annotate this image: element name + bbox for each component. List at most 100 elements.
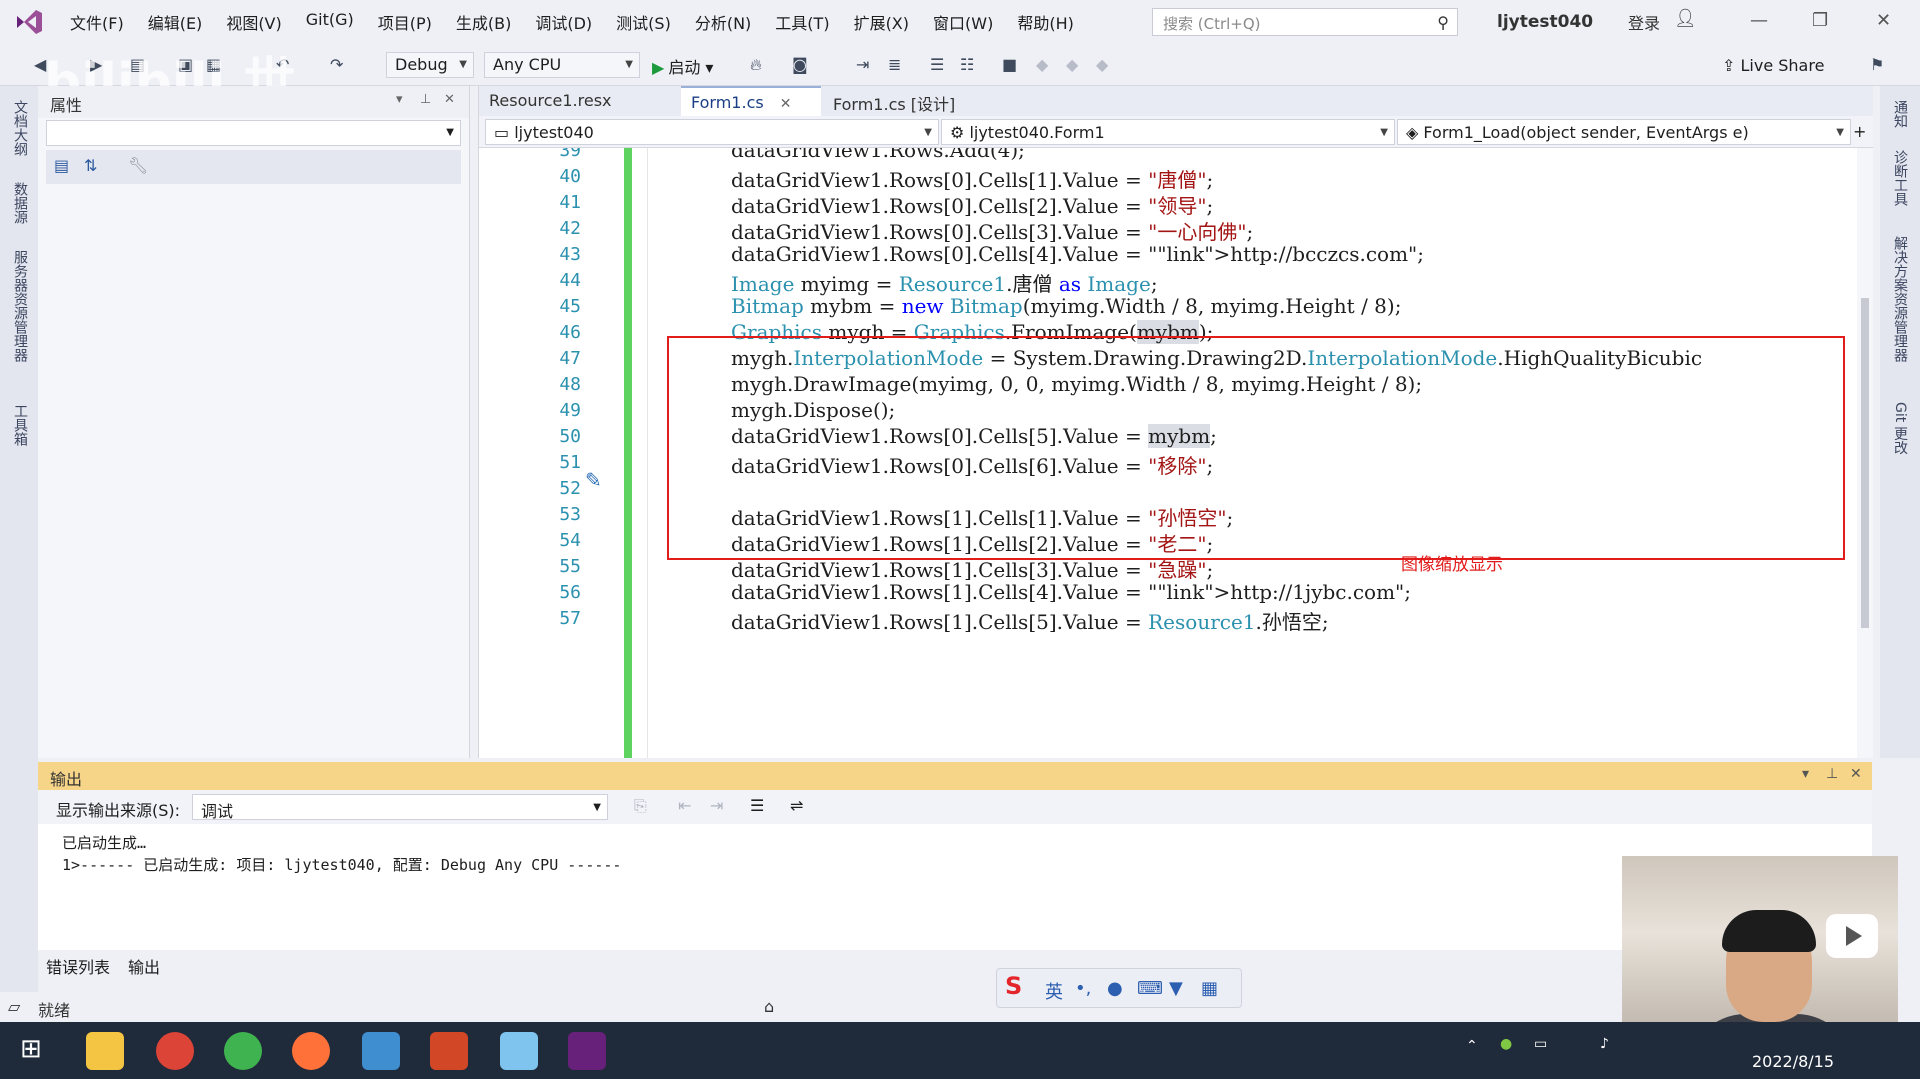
chevron-down-icon[interactable]: ▾ (1802, 766, 1809, 782)
menu-item[interactable]: 调试(D) (523, 10, 604, 34)
feedback-icon[interactable]: ⚑ (1870, 55, 1884, 74)
code-text[interactable]: Bitmap mybm = new Bitmap(myimg.Width / 8… (731, 294, 1401, 318)
code-line[interactable]: 57 dataGridView1.Rows[1].Cells[5].Value =… (479, 606, 1857, 635)
volume-icon[interactable]: ♪ (1600, 1036, 1609, 1052)
diagnostics-tab[interactable]: 诊断工具 (1890, 150, 1910, 206)
quick-action-icon[interactable]: ✎ (585, 468, 602, 492)
close-tab-icon[interactable]: ✕ (780, 96, 792, 112)
user-icon[interactable]: 👤︎ (1674, 8, 1697, 29)
git-changes-tab[interactable]: Git 更改 (1890, 402, 1910, 455)
menu-item[interactable]: 编辑(E) (136, 10, 215, 34)
minimize-icon[interactable]: — (1750, 10, 1768, 31)
close-icon[interactable]: ✕ (444, 92, 455, 107)
tray-chevron-icon[interactable]: ⌃ (1466, 1038, 1478, 1054)
code-line[interactable]: 41 dataGridView1.Rows[0].Cells[2].Value =… (479, 190, 1857, 219)
browser-icon[interactable] (224, 1032, 262, 1070)
file-explorer-icon[interactable] (86, 1032, 124, 1070)
pin-icon[interactable]: ⊥ (420, 92, 431, 107)
keyboard-icon[interactable]: ⌨︎ (1137, 978, 1163, 999)
prev-message-icon[interactable]: ⇤ (678, 796, 691, 815)
close-icon[interactable]: ✕ (1850, 766, 1862, 782)
clear-all-icon[interactable]: ☰ (750, 796, 764, 815)
word-wrap-icon[interactable]: ⇌ (790, 796, 803, 815)
menu-item[interactable]: 工具(T) (763, 10, 841, 34)
scrollbar-thumb[interactable] (1861, 298, 1869, 628)
prev-bookmark-icon[interactable]: ◆ (1036, 55, 1048, 74)
clear-bookmark-icon[interactable]: ◆ (1096, 55, 1108, 74)
screenshot-icon[interactable]: ◙ (792, 55, 808, 74)
tab-error-list[interactable]: 错误列表 (46, 954, 110, 978)
project-dropdown[interactable]: ▭ ljytest040 ▼ (485, 119, 939, 145)
find-icon[interactable]: ⎘ (634, 796, 647, 816)
hot-reload-icon[interactable]: 🔥︎ (750, 55, 762, 75)
code-text[interactable]: dataGridView1.Rows[1].Cells[5].Value = R… (731, 606, 1329, 635)
code-line[interactable]: 42 dataGridView1.Rows[0].Cells[3].Value =… (479, 216, 1857, 245)
member-dropdown[interactable]: ◈ Form1_Load(object sender, EventArgs e)… (1397, 119, 1851, 145)
firefox-icon[interactable] (292, 1032, 330, 1070)
network-icon[interactable]: ▭ (1534, 1036, 1547, 1052)
server-explorer-tab[interactable]: 服务器资源管理器 (10, 250, 30, 362)
format-icon[interactable]: ≣ (888, 55, 901, 74)
login-link[interactable]: 登录 (1628, 10, 1660, 34)
code-line[interactable]: 39 dataGridView1.Rows.Add(4); (479, 148, 1857, 164)
code-text[interactable]: Image myimg = Resource1.唐僧 as Image; (731, 268, 1158, 297)
search-input[interactable]: 搜索 (Ctrl+Q) ⚲ (1152, 8, 1458, 36)
step-icon[interactable]: ⇥ (856, 55, 869, 74)
solution-explorer-tab[interactable]: 解决方案资源管理器 (1890, 236, 1910, 362)
app-icon[interactable] (500, 1032, 538, 1070)
data-source-tab[interactable]: 数据源 (10, 182, 30, 224)
close-window-icon[interactable]: ✕ (1876, 10, 1891, 31)
class-dropdown[interactable]: ⚙︎ ljytest040.Form1 ▼ (941, 119, 1395, 145)
code-text[interactable]: dataGridView1.Rows[0].Cells[1].Value = "… (731, 164, 1213, 193)
remote-desktop-icon[interactable] (362, 1032, 400, 1070)
tray-app-icon[interactable]: ● (1500, 1036, 1512, 1052)
apps-icon[interactable]: ▦ (1201, 978, 1218, 999)
menu-item[interactable]: 帮助(H) (1005, 10, 1086, 34)
next-bookmark-icon[interactable]: ◆ (1066, 55, 1078, 74)
code-line[interactable]: 43 dataGridView1.Rows[0].Cells[4].Value =… (479, 242, 1857, 268)
punctuation-icon[interactable]: •, (1075, 978, 1091, 999)
code-text[interactable]: dataGridView1.Rows[0].Cells[3].Value = "… (731, 216, 1253, 245)
output-source-select[interactable]: 调试 ▼ (192, 794, 608, 821)
config-select[interactable]: Debug ▼ (386, 52, 474, 78)
doc-outline-tab[interactable]: 文档大纲 (10, 100, 30, 156)
code-text[interactable]: dataGridView1.Rows.Add(4); (731, 148, 1025, 162)
powerpoint-icon[interactable] (430, 1032, 468, 1070)
property-pages-icon[interactable]: 🔧︎ (128, 156, 148, 175)
code-text[interactable]: dataGridView1.Rows[0].Cells[4].Value = "… (731, 242, 1424, 266)
code-line[interactable]: 44 Image myimg = Resource1.唐僧 as Image; (479, 268, 1857, 297)
sogou-logo-icon[interactable]: S (1005, 972, 1022, 1000)
code-line[interactable]: 56 dataGridView1.Rows[1].Cells[4].Value =… (479, 580, 1857, 606)
menu-item[interactable]: 项目(P) (366, 10, 444, 34)
skin-icon[interactable]: ▼ (1169, 978, 1183, 999)
object-select[interactable]: ▼ (46, 120, 461, 146)
notification-icon[interactable]: ⌂ (764, 997, 774, 1016)
chevron-down-icon[interactable]: ▾ (396, 92, 403, 107)
toolbox-tab[interactable]: 工具箱 (10, 404, 30, 446)
code-text[interactable]: dataGridView1.Rows[1].Cells[4].Value = "… (731, 580, 1411, 604)
vertical-scrollbar[interactable] (1857, 148, 1873, 758)
alphabetical-icon[interactable]: ⇅ (84, 156, 97, 175)
bookmark-icon[interactable]: ■ (1002, 55, 1017, 74)
tab-resource1-resx[interactable]: Resource1.resx (479, 86, 669, 116)
menu-item[interactable]: 测试(S) (604, 10, 683, 34)
comment-icon[interactable]: ☰ (930, 55, 944, 74)
pin-icon[interactable]: ⊥ (1826, 766, 1838, 782)
code-line[interactable]: 40 dataGridView1.Rows[0].Cells[1].Value =… (479, 164, 1857, 193)
platform-select[interactable]: Any CPU ▼ (484, 52, 640, 78)
menu-item[interactable]: 视图(V) (214, 10, 293, 34)
restore-icon[interactable]: ❐ (1812, 10, 1828, 31)
tab-output[interactable]: 输出 (128, 954, 160, 978)
menu-item[interactable]: 分析(N) (683, 10, 763, 34)
ime-mode[interactable]: 英 (1045, 978, 1063, 1004)
code-text[interactable]: dataGridView1.Rows[0].Cells[2].Value = "… (731, 190, 1213, 219)
menu-item[interactable]: 扩展(X) (842, 10, 921, 34)
tab-form1-cs[interactable]: Form1.cs ✕ (681, 86, 821, 116)
uncomment-icon[interactable]: ☷ (960, 55, 974, 74)
windows-start-icon[interactable]: ⊞ (20, 1034, 42, 1064)
code-line[interactable]: 45 Bitmap mybm = new Bitmap(myimg.Width /… (479, 294, 1857, 320)
tab-form1-design[interactable]: Form1.cs [设计] (823, 86, 1013, 116)
notifications-tab[interactable]: 通知 (1890, 100, 1910, 128)
live-share-button[interactable]: ⇪ Live Share (1722, 56, 1824, 75)
menu-item[interactable]: 生成(B) (444, 10, 523, 34)
